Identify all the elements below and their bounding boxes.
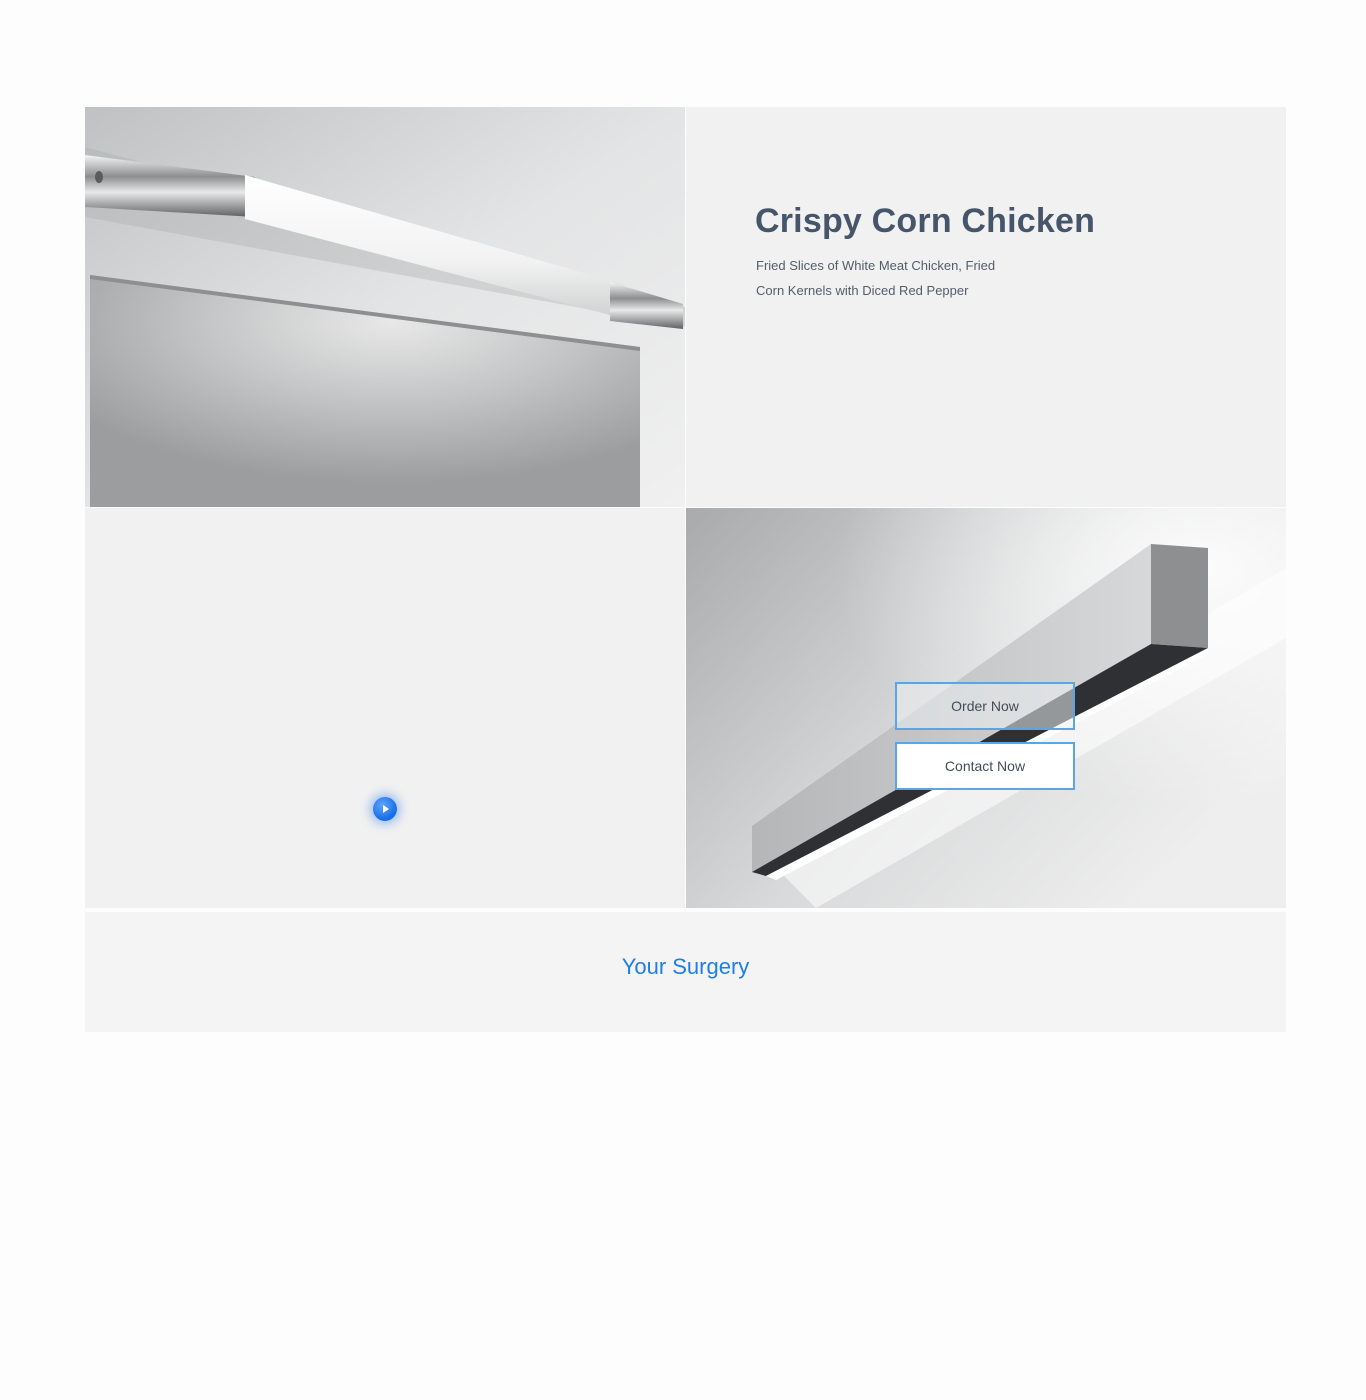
product-info-panel: Crispy Corn Chicken Fried Slices of Whit… [686, 107, 1286, 507]
tube-light-photo [85, 107, 685, 507]
play-icon [383, 805, 389, 813]
product-title: Crispy Corn Chicken [755, 202, 1096, 240]
linear-light-photo: Order Now Contact Now [686, 508, 1286, 908]
play-button[interactable] [373, 797, 397, 821]
description-line-2: Corn Kernels with Diced Red Pepper [756, 283, 969, 298]
footer-title: Your Surgery [621, 954, 750, 979]
order-now-button[interactable]: Order Now [895, 682, 1075, 730]
product-grid: Crispy Corn Chicken Fried Slices of Whit… [85, 107, 1286, 908]
footer-band: Your Surgery [85, 912, 1286, 1032]
contact-now-button[interactable]: Contact Now [895, 742, 1075, 790]
description-line-1: Fried Slices of White Meat Chicken, Frie… [756, 258, 996, 273]
product-description: Fried Slices of White Meat Chicken, Frie… [756, 253, 1016, 303]
video-panel [85, 508, 685, 908]
